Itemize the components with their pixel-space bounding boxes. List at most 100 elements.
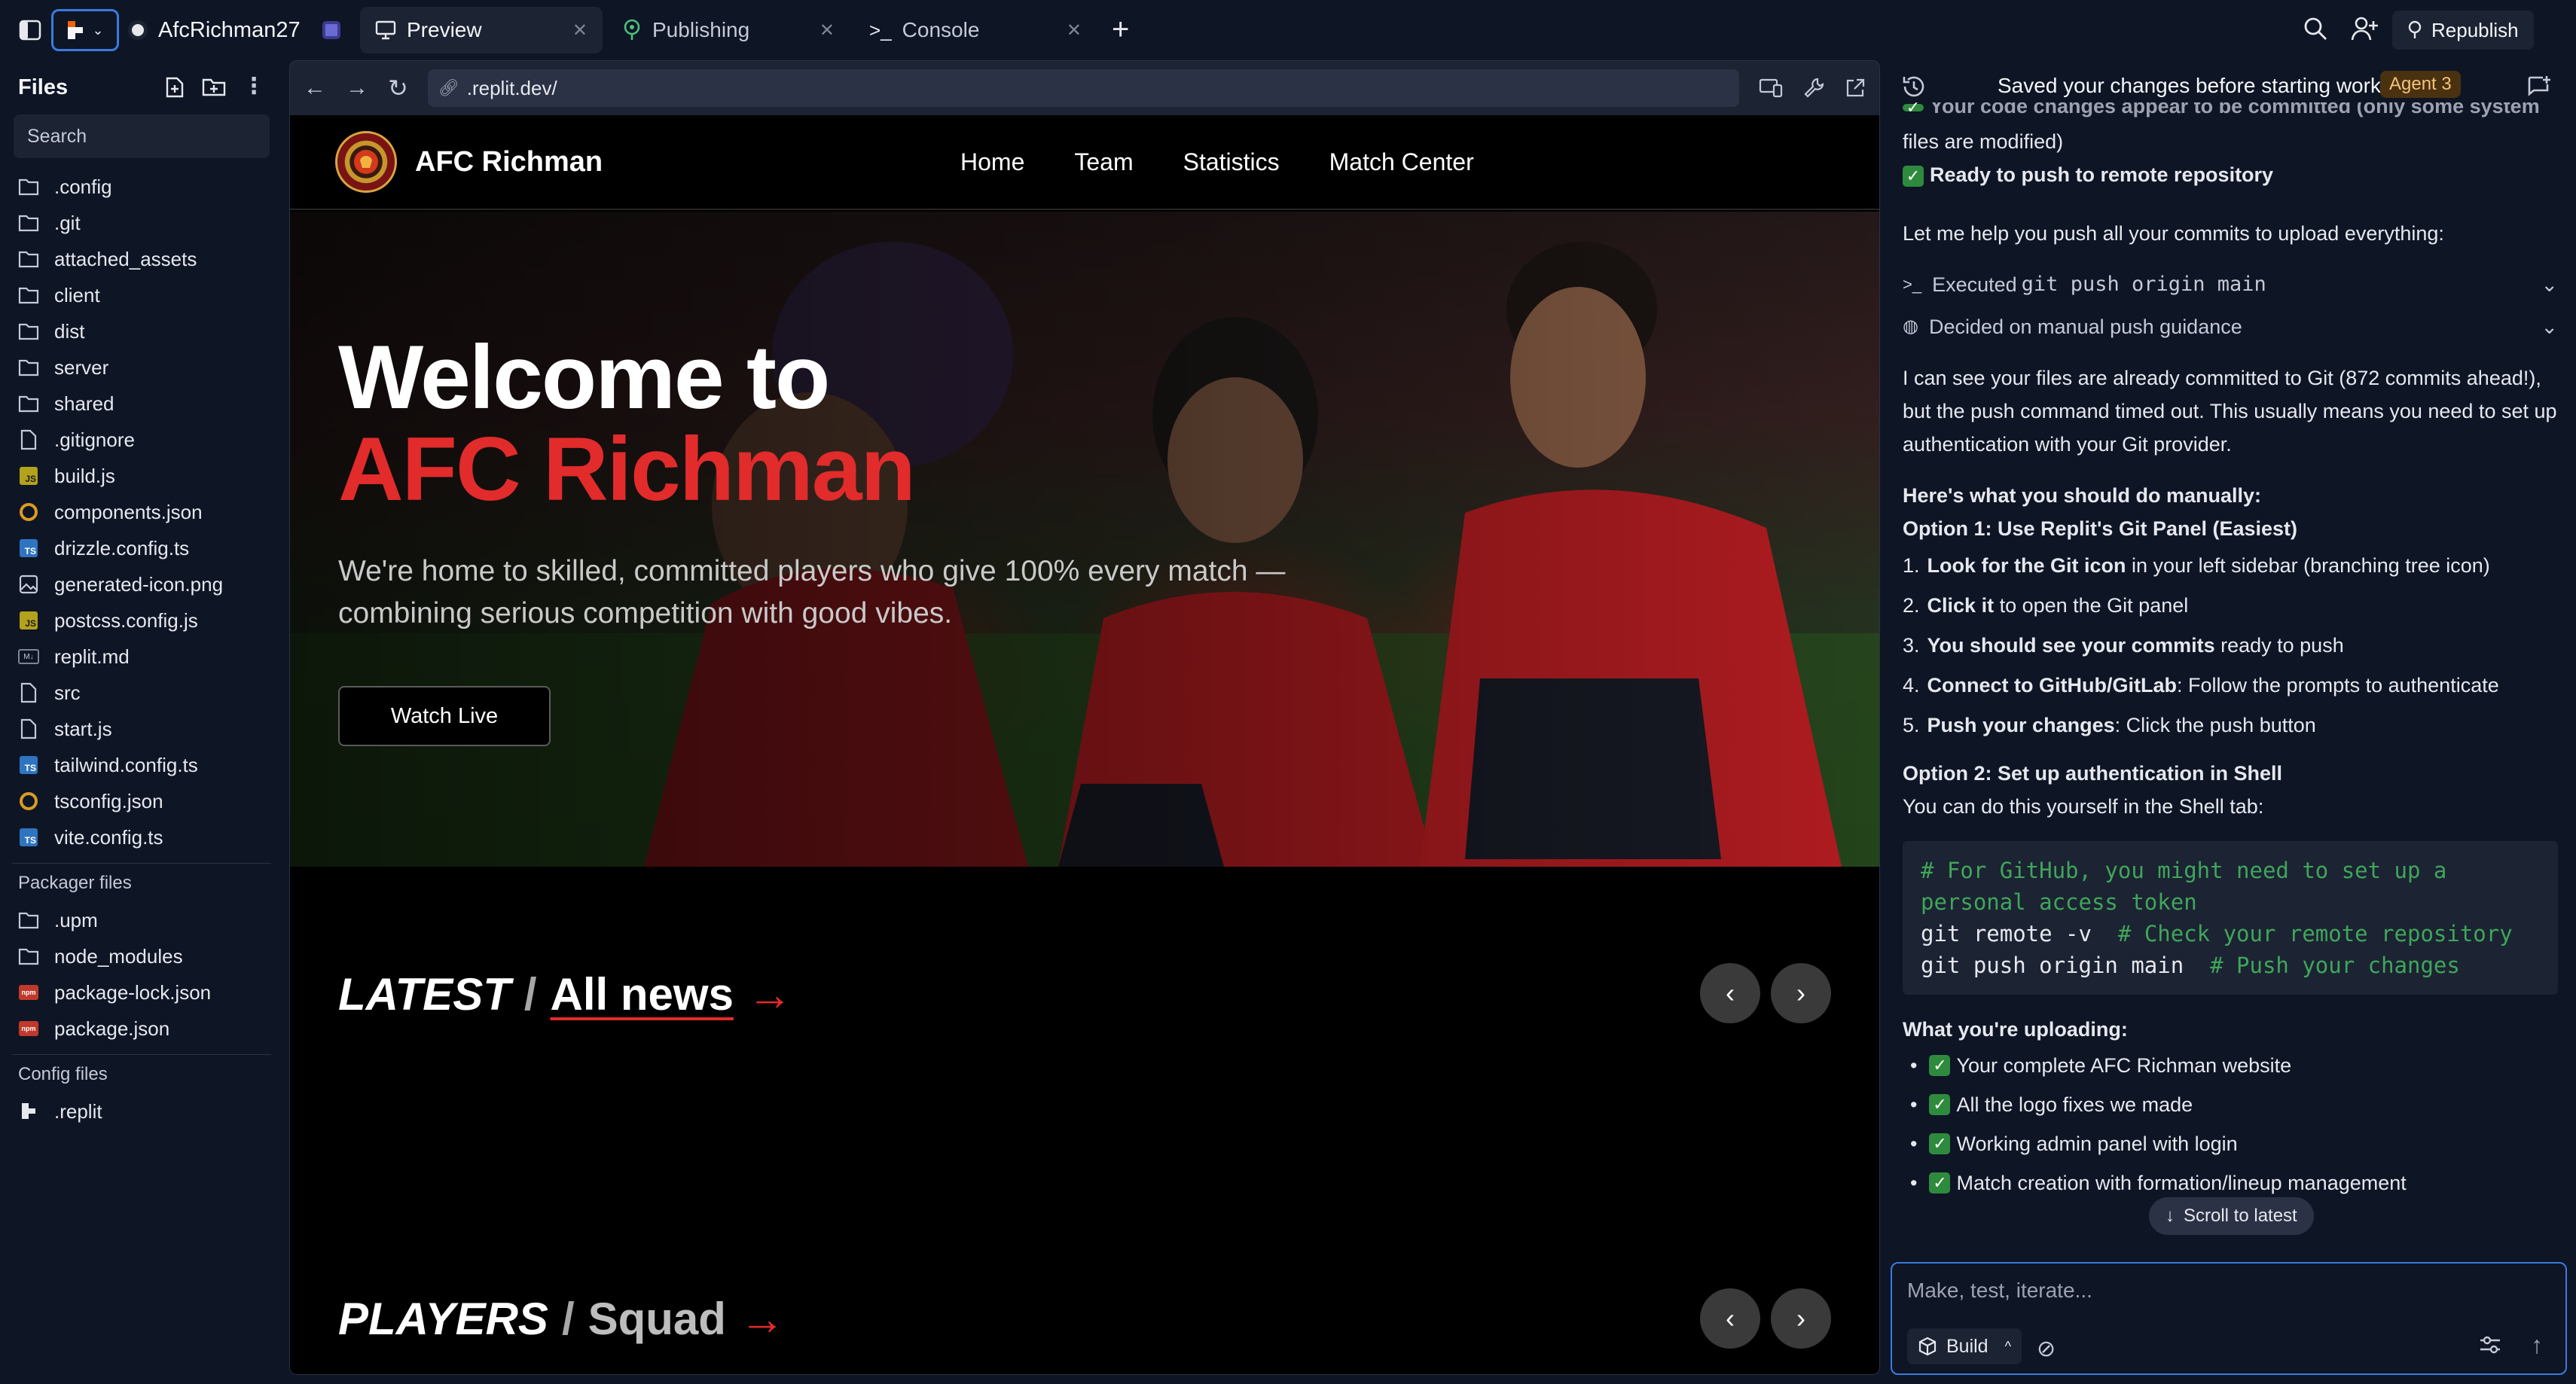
file-tree-item[interactable]: server <box>0 349 283 386</box>
tab-preview[interactable]: Preview ✕ <box>360 7 603 53</box>
file-name: dist <box>54 319 85 343</box>
history-icon[interactable] <box>1901 74 1927 99</box>
invite-user-icon[interactable] <box>2350 15 2379 42</box>
agent-header-title: Saved your changes before starting work <box>1998 74 2381 97</box>
file-tree-item[interactable]: TS drizzle.config.ts <box>0 530 283 566</box>
replit-menu-button[interactable]: ⌄ <box>51 9 119 51</box>
all-news-link[interactable]: All news <box>551 968 734 1020</box>
file-tree-item[interactable]: components.json <box>0 494 283 530</box>
club-crest-logo[interactable] <box>335 131 397 193</box>
list-item: ✓All the logo fixes we made <box>1903 1085 2558 1124</box>
players-title: PLAYERS <box>338 1294 548 1344</box>
title-slash: / <box>561 1294 575 1344</box>
javascript-file-icon: JS <box>18 465 39 486</box>
file-tree-item[interactable]: M↓ replit.md <box>0 639 283 675</box>
new-chat-icon[interactable] <box>2526 74 2552 99</box>
republish-button[interactable]: Republish <box>2392 11 2534 50</box>
file-tree-item[interactable]: src <box>0 675 283 711</box>
file-search-input[interactable]: Search <box>14 114 270 158</box>
publish-icon <box>2408 20 2422 38</box>
file-tree-item[interactable]: JS build.js <box>0 458 283 494</box>
file-tree-item[interactable]: client <box>0 277 283 313</box>
watch-live-button[interactable]: Watch Live <box>338 686 551 746</box>
latest-prev-button[interactable]: ‹ <box>1700 963 1760 1023</box>
tab-label: Publishing <box>652 18 750 41</box>
toggle-sidebar-icon[interactable] <box>14 14 47 47</box>
file-tree-item[interactable]: TS tailwind.config.ts <box>0 747 283 783</box>
devtools-icon[interactable] <box>1802 77 1825 99</box>
back-icon[interactable]: ← <box>304 75 326 101</box>
cube-icon <box>1918 1337 1937 1356</box>
file-tree-item[interactable]: start.js <box>0 711 283 747</box>
url-input[interactable]: 🔗︎ .replit.dev/ <box>427 69 1739 107</box>
file-name: attached_assets <box>54 247 197 270</box>
file-name: .git <box>54 211 81 234</box>
file-tree-item[interactable]: JS postcss.config.js <box>0 602 283 639</box>
file-tree-item[interactable]: .config <box>0 169 283 205</box>
search-icon[interactable] <box>2302 15 2329 42</box>
file-tree-item[interactable]: npm package-lock.json <box>0 974 283 1011</box>
file-tree-item[interactable]: dist <box>0 313 283 349</box>
site-navbar: AFC Richman Home Team Statistics Match C… <box>290 115 1879 210</box>
file-tree-item[interactable]: .replit <box>0 1093 283 1129</box>
build-mode-button[interactable]: Build ^ <box>1907 1328 2022 1364</box>
open-new-window-icon[interactable] <box>1845 78 1866 99</box>
executed-action[interactable]: >_ Executed git push origin main ⌄ <box>1903 264 2558 306</box>
nav-statistics[interactable]: Statistics <box>1183 148 1280 176</box>
nav-home[interactable]: Home <box>960 148 1024 176</box>
latest-title: LATEST <box>338 969 511 1020</box>
agent-composer[interactable]: Make, test, iterate... Build ^ ⊘ ↑ <box>1891 1262 2567 1375</box>
file-tree-item[interactable]: attached_assets <box>0 241 283 277</box>
file-tree-item[interactable]: generated-icon.png <box>0 566 283 602</box>
close-tab-icon[interactable]: ✕ <box>1067 20 1082 41</box>
more-options-icon[interactable]: ⋮ <box>243 75 265 99</box>
decision-action[interactable]: ◍ Decided on manual push guidance ⌄ <box>1903 306 2558 348</box>
project-title[interactable]: AfcRichman27 <box>128 11 301 50</box>
config-files: .replit <box>0 1093 283 1129</box>
nav-team[interactable]: Team <box>1074 148 1133 176</box>
files-header: Files ⋮ <box>0 60 283 114</box>
new-folder-icon[interactable] <box>202 76 226 99</box>
settings-sliders-icon[interactable] <box>2478 1333 2502 1357</box>
site-brand[interactable]: AFC Richman <box>415 146 603 178</box>
reload-icon[interactable]: ↻ <box>388 74 408 102</box>
image-file-icon <box>18 574 39 595</box>
tab-publishing[interactable]: Publishing ✕ <box>607 7 850 53</box>
devices-icon[interactable] <box>1759 78 1783 99</box>
file-tree-item[interactable]: .upm <box>0 902 283 938</box>
close-tab-icon[interactable]: ✕ <box>819 20 835 41</box>
url-text: .replit.dev/ <box>466 76 557 99</box>
scroll-to-latest-button[interactable]: ↓ Scroll to latest <box>2149 1197 2314 1235</box>
npm-file-icon: npm <box>18 982 39 1003</box>
close-tab-icon[interactable]: ✕ <box>572 20 588 41</box>
attach-icon[interactable]: ⊘ <box>2037 1336 2056 1362</box>
forward-icon[interactable]: → <box>346 75 368 101</box>
code-block: # For GitHub, you might need to set up a… <box>1903 841 2558 995</box>
file-tree-item[interactable]: shared <box>0 386 283 422</box>
list-item: ✓Working admin panel with login <box>1903 1124 2558 1163</box>
file-tree-item[interactable]: npm package.json <box>0 1011 283 1047</box>
players-next-button[interactable]: › <box>1771 1288 1831 1349</box>
folder-icon <box>18 285 39 306</box>
top-bar: ⌄ AfcRichman27 Preview ✕ Publishing ✕ >_… <box>0 0 2576 60</box>
file-tree-item[interactable]: node_modules <box>0 938 283 974</box>
players-prev-button[interactable]: ‹ <box>1700 1288 1760 1349</box>
tab-console[interactable]: >_ Console ✕ <box>854 7 1097 53</box>
file-tree-item[interactable]: .gitignore <box>0 422 283 458</box>
latest-next-button[interactable]: › <box>1771 963 1831 1023</box>
file-name: components.json <box>54 500 203 523</box>
nav-match-center[interactable]: Match Center <box>1329 148 1474 176</box>
squad-link[interactable]: Squad <box>588 1293 726 1345</box>
new-tab-icon[interactable]: + <box>1112 11 1129 48</box>
file-name: server <box>54 355 109 379</box>
search-placeholder: Search <box>27 125 87 147</box>
file-tree-item[interactable]: TS vite.config.ts <box>0 819 283 855</box>
send-arrow-icon[interactable]: ↑ <box>2531 1331 2543 1359</box>
new-file-icon[interactable] <box>164 76 185 99</box>
latest-section-title: LATEST / All news → <box>338 968 792 1020</box>
agent-pane: Saved your changes before starting work … <box>1883 60 2576 1384</box>
file-tree-item[interactable]: tsconfig.json <box>0 783 283 819</box>
file-tree-item[interactable]: .git <box>0 205 283 241</box>
file-name: replit.md <box>54 645 130 668</box>
folder-icon <box>18 393 39 414</box>
